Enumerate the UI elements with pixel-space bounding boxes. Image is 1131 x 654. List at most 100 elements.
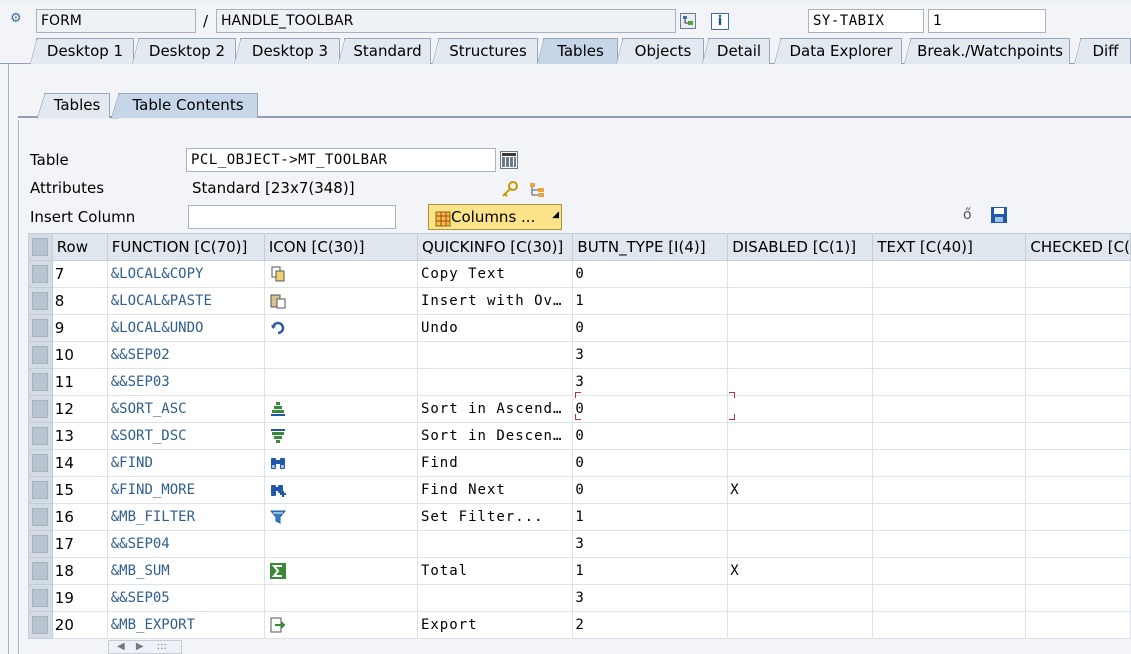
key-icon[interactable] <box>500 181 520 203</box>
columns-button[interactable]: Columns ... ◢ <box>428 204 562 230</box>
table-row[interactable]: 17 &&SEP04 3 <box>28 530 1131 558</box>
cell-text[interactable] <box>872 503 1027 531</box>
tab-desktop-1[interactable]: Desktop 1 <box>30 38 134 65</box>
cell-icon[interactable] <box>263 503 418 531</box>
cell-butn-type[interactable]: 0 <box>572 476 729 504</box>
cell-text[interactable] <box>872 341 1027 369</box>
cell-checked[interactable] <box>1025 449 1131 477</box>
cell-row[interactable]: 14 <box>51 449 108 477</box>
cell-checked[interactable] <box>1025 503 1131 531</box>
column-header-text[interactable]: TEXT [C(40)] <box>872 233 1027 261</box>
cell-checked[interactable] <box>1025 422 1131 450</box>
cell-function[interactable]: &&SEP05 <box>106 584 265 612</box>
cell-function[interactable]: &LOCAL&COPY <box>106 260 265 288</box>
cell-checked[interactable] <box>1025 611 1131 639</box>
row-selector[interactable] <box>28 260 53 288</box>
save-icon[interactable] <box>990 206 1008 228</box>
cell-icon[interactable] <box>263 341 418 369</box>
table-row[interactable]: 10 &&SEP02 3 <box>28 341 1131 369</box>
cell-row[interactable]: 12 <box>51 395 108 423</box>
table-row[interactable]: 16 &MB_FILTER Set Filter... 1 <box>28 503 1131 531</box>
cell-icon[interactable] <box>263 476 418 504</box>
cell-function[interactable]: &&SEP03 <box>106 368 265 396</box>
cell-quickinfo[interactable] <box>416 341 574 369</box>
cell-disabled[interactable] <box>727 341 874 369</box>
cell-row[interactable]: 17 <box>51 530 108 558</box>
cell-checked[interactable] <box>1025 584 1131 612</box>
cell-text[interactable] <box>872 395 1027 423</box>
cell-icon[interactable] <box>263 611 418 639</box>
cell-icon[interactable] <box>263 530 418 558</box>
cell-text[interactable] <box>872 260 1027 288</box>
cell-checked[interactable] <box>1025 395 1131 423</box>
table-row[interactable]: 7 &LOCAL&COPY Copy Text 0 <box>28 260 1131 288</box>
column-header-quickinfo[interactable]: QUICKINFO [C(30)] <box>416 233 574 261</box>
scroll-left-icon[interactable]: ◀ <box>117 641 125 652</box>
cell-disabled[interactable] <box>727 368 874 396</box>
cell-disabled[interactable]: X <box>727 476 874 504</box>
cell-icon[interactable] <box>263 422 418 450</box>
cell-function[interactable]: &MB_SUM <box>106 557 265 585</box>
cell-icon[interactable] <box>263 314 418 342</box>
cell-disabled[interactable] <box>727 395 874 423</box>
tab-desktop-3[interactable]: Desktop 3 <box>234 38 340 65</box>
cell-row[interactable]: 11 <box>51 368 108 396</box>
table-view-icon[interactable] <box>500 151 518 169</box>
select-all-cell[interactable] <box>28 233 53 261</box>
cell-butn-type[interactable]: 1 <box>572 503 729 531</box>
cell-quickinfo[interactable]: Export <box>416 611 574 639</box>
settings-gear-icon[interactable]: ⚙ <box>10 11 22 26</box>
column-header-row[interactable]: Row <box>51 233 108 261</box>
row-selector[interactable] <box>28 476 53 504</box>
cell-text[interactable] <box>872 314 1027 342</box>
table-row[interactable]: 14 &FIND Find 0 <box>28 449 1131 477</box>
cell-disabled[interactable] <box>727 449 874 477</box>
cell-disabled[interactable] <box>727 584 874 612</box>
info-icon[interactable]: i <box>711 13 729 30</box>
tab-standard[interactable]: Standard <box>338 38 431 65</box>
cell-disabled[interactable] <box>727 287 874 315</box>
system-variable-field[interactable]: SY-TABIX <box>808 9 924 33</box>
tree-structure-icon[interactable] <box>528 181 548 203</box>
cell-text[interactable] <box>872 476 1027 504</box>
cell-checked[interactable] <box>1025 368 1131 396</box>
cell-quickinfo[interactable] <box>416 368 574 396</box>
cell-quickinfo[interactable]: Sort in Descen… <box>416 422 574 450</box>
subtab-table-contents[interactable]: Table Contents <box>111 93 258 119</box>
cell-text[interactable] <box>872 422 1027 450</box>
cell-text[interactable] <box>872 557 1027 585</box>
cell-function[interactable]: &SORT_DSC <box>106 422 265 450</box>
row-selector[interactable] <box>28 395 53 423</box>
table-row[interactable]: 19 &&SEP05 3 <box>28 584 1131 612</box>
horizontal-scrollbar[interactable]: ◀ ▶ ::: <box>108 640 182 654</box>
cell-icon[interactable] <box>263 395 418 423</box>
row-selector[interactable] <box>28 287 53 315</box>
tab-detail[interactable]: Detail <box>702 38 770 65</box>
cell-quickinfo[interactable]: Sort in Ascend… <box>416 395 574 423</box>
cell-row[interactable]: 20 <box>51 611 108 639</box>
cell-butn-type[interactable]: 2 <box>572 611 729 639</box>
cell-disabled[interactable] <box>727 314 874 342</box>
cell-icon[interactable] <box>263 584 418 612</box>
cell-row[interactable]: 10 <box>51 341 108 369</box>
cell-disabled[interactable] <box>727 611 874 639</box>
row-selector[interactable] <box>28 584 53 612</box>
table-row[interactable]: 8 &LOCAL&PASTE Insert with Ov… 1 <box>28 287 1131 315</box>
cell-quickinfo[interactable]: Undo <box>416 314 574 342</box>
cell-butn-type[interactable]: 0 <box>572 314 729 342</box>
cell-text[interactable] <box>872 530 1027 558</box>
cell-butn-type[interactable]: 1 <box>572 557 729 585</box>
cell-checked[interactable] <box>1025 530 1131 558</box>
cell-text[interactable] <box>872 287 1027 315</box>
cell-butn-type[interactable]: 0 <box>572 395 729 423</box>
tab-objects[interactable]: Objects <box>616 38 704 65</box>
cell-checked[interactable] <box>1025 557 1131 585</box>
cell-checked[interactable] <box>1025 260 1131 288</box>
cell-function[interactable]: &LOCAL&UNDO <box>106 314 265 342</box>
cell-quickinfo[interactable]: Total <box>416 557 574 585</box>
tab-data-explorer[interactable]: Data Explorer <box>774 38 902 65</box>
cell-function[interactable]: &&SEP04 <box>106 530 265 558</box>
cell-butn-type[interactable]: 0 <box>572 449 729 477</box>
tab-tables[interactable]: Tables <box>537 38 618 65</box>
column-header-function[interactable]: FUNCTION [C(70)] <box>106 233 265 261</box>
